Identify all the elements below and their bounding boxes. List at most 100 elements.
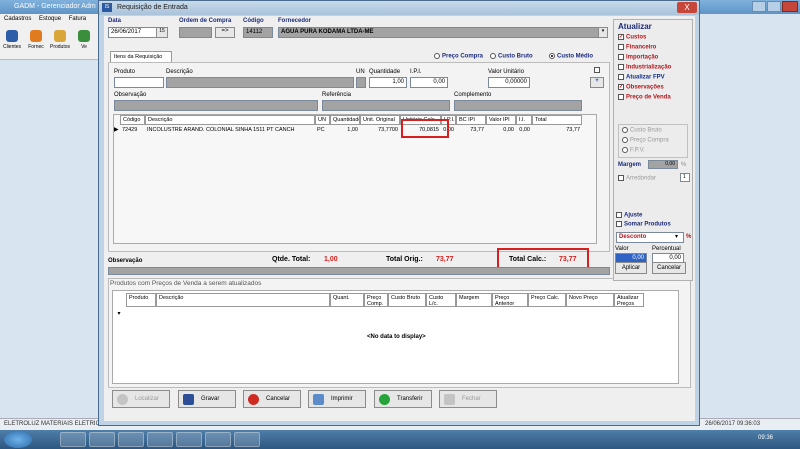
desconto-select[interactable]: Desconto	[616, 232, 684, 243]
atualizar-option-0[interactable]: ✓ Custos	[618, 34, 646, 41]
filter-dropdown-icon[interactable]: ▾	[112, 310, 126, 320]
window-close-button[interactable]: X	[677, 2, 697, 13]
atualizar-option-4[interactable]: Atualizar FPV	[618, 74, 665, 81]
taskbar-app-1[interactable]	[60, 432, 86, 447]
quantidade-field[interactable]: 1,00	[369, 77, 407, 88]
cancelar-desconto-button[interactable]: Cancelar	[652, 262, 686, 274]
ajuste-checkbox[interactable]: Ajuste	[616, 212, 642, 219]
atualizar-option-6[interactable]: Preço de Venda	[618, 94, 671, 101]
grid-header-9[interactable]: I.I.	[516, 115, 532, 125]
chevron-down-icon[interactable]: ▾	[675, 233, 678, 240]
radio-fpv-side[interactable]: F.P.V.	[622, 147, 645, 154]
atualizar-option-2[interactable]: Importação	[618, 54, 658, 61]
update-header-1[interactable]: Descrição	[156, 293, 330, 307]
observacao-item-field[interactable]	[114, 100, 318, 111]
taskbar-app-6[interactable]	[205, 432, 231, 447]
grid-header-10[interactable]: Total	[532, 115, 582, 125]
ipi-field[interactable]: 0,00	[410, 77, 448, 88]
desconto-pct: %	[686, 234, 692, 240]
radio-preco-compra[interactable]: Preço Compra	[434, 53, 483, 60]
update-header-0[interactable]: Produto	[126, 293, 156, 307]
valor-unitario-field[interactable]: 0,00000	[488, 77, 530, 88]
products-icon	[54, 30, 66, 42]
grid-header-1[interactable]: Descrição	[145, 115, 315, 125]
taskbar-app-3[interactable]	[118, 432, 144, 447]
radio-icon	[622, 127, 628, 133]
update-header-5[interactable]: Custo L/c.	[426, 293, 456, 307]
app-icon: IS	[102, 3, 112, 12]
radio-custo-bruto-side[interactable]: Custo Bruto	[622, 127, 662, 134]
minimize-icon[interactable]	[752, 1, 766, 12]
toolbar-clientes[interactable]: Clientes	[2, 30, 22, 50]
margem-field[interactable]: 0,00	[648, 160, 678, 169]
atualizar-option-1[interactable]: Financeiro	[618, 44, 656, 51]
imprimir-button[interactable]: Imprimir	[308, 390, 366, 408]
grid-cell-3: 1,00	[347, 127, 358, 133]
taskbar-app-4[interactable]	[147, 432, 173, 447]
update-header-6[interactable]: Margem	[456, 293, 492, 307]
radio-custo-medio[interactable]: Custo Médio	[549, 53, 593, 60]
close-icon[interactable]	[782, 1, 798, 12]
produto-field[interactable]	[114, 77, 164, 88]
total-calc-value: 73,77	[559, 256, 577, 263]
toolbar-ve[interactable]: Ve	[74, 30, 94, 50]
grid-cell-0: 72429	[122, 127, 138, 133]
toolbar-fornec[interactable]: Fornec	[26, 30, 46, 50]
start-button[interactable]	[4, 431, 32, 448]
aplicar-button[interactable]: Aplicar	[615, 262, 647, 274]
grid-header-7[interactable]: BC IPI	[456, 115, 486, 125]
data-field[interactable]: 26/06/2017	[108, 27, 162, 38]
item-checkbox[interactable]	[594, 67, 600, 73]
ordem-compra-go-button[interactable]: =>	[215, 27, 235, 38]
complemento-field[interactable]	[454, 100, 582, 111]
update-header-8[interactable]: Preço Calc.	[528, 293, 566, 307]
taskbar-app-5[interactable]	[176, 432, 202, 447]
grid-header-3[interactable]: Quantidade	[330, 115, 360, 125]
menu-cadastros[interactable]: Cadastros	[4, 16, 31, 22]
produto-label: Produto	[114, 69, 136, 75]
radio-custo-bruto[interactable]: Custo Bruto	[490, 53, 533, 60]
grid-cell-8: 0,00	[503, 127, 514, 133]
referencia-field[interactable]	[322, 100, 450, 111]
somar-produtos-checkbox[interactable]: Somar Produtos	[616, 221, 671, 228]
codigo-field[interactable]: 14112	[243, 27, 273, 38]
arredondar-field[interactable]: 1	[680, 173, 690, 182]
fornecedor-field[interactable]: AGUA PURA KODAMA LTDA-ME	[278, 27, 608, 38]
atualizar-option-5[interactable]: ✓ Observações	[618, 84, 664, 91]
checkbox-icon	[616, 212, 622, 218]
update-header-7[interactable]: Preço Anterior	[492, 293, 528, 307]
taskbar-app-7[interactable]	[234, 432, 260, 447]
menu-estoque[interactable]: Estoque	[39, 16, 61, 22]
update-header-2[interactable]: Quant.	[330, 293, 364, 307]
cancelar-button[interactable]: Cancelar	[243, 390, 301, 408]
margem-pct: %	[681, 162, 687, 168]
arredondar-checkbox[interactable]: Arredondar	[618, 175, 656, 182]
total-calc-label: Total Calc.:	[509, 256, 547, 263]
update-header-10[interactable]: Atualizar Preços	[614, 293, 644, 307]
observacao-field[interactable]	[108, 267, 610, 275]
ipi-label: I.P.I.	[410, 69, 422, 75]
update-header-9[interactable]: Novo Preço	[566, 293, 614, 307]
maximize-icon[interactable]	[767, 1, 781, 12]
grid-header-4[interactable]: Unit. Original	[360, 115, 400, 125]
fornecedor-dropdown-icon[interactable]: ▾	[598, 27, 608, 38]
ordem-compra-field[interactable]	[179, 27, 212, 38]
update-header-3[interactable]: Preço Comp.	[364, 293, 388, 307]
radio-preco-compra-side[interactable]: Preço Compra	[622, 137, 669, 144]
grid-header-2[interactable]: UN	[315, 115, 330, 125]
localizar-button[interactable]: Localizar	[112, 390, 170, 408]
gravar-button[interactable]: Gravar	[178, 390, 236, 408]
transferir-button[interactable]: Transferir	[374, 390, 432, 408]
atualizar-option-3[interactable]: Industrialização	[618, 64, 671, 71]
fechar-button[interactable]: Fechar	[439, 390, 497, 408]
taskbar: 09:36	[0, 430, 800, 449]
toolbar-produtos[interactable]: Produtos	[50, 30, 70, 50]
grid-header-0[interactable]: Código	[120, 115, 145, 125]
update-header-4[interactable]: Custo Bruto	[388, 293, 426, 307]
descricao-field	[166, 77, 354, 88]
taskbar-app-2[interactable]	[89, 432, 115, 447]
menu-fatura[interactable]: Fatura	[69, 16, 86, 22]
add-item-button[interactable]: +	[590, 77, 604, 88]
calendar-icon[interactable]: 15	[156, 27, 168, 38]
grid-header-8[interactable]: Valor IPI	[486, 115, 516, 125]
